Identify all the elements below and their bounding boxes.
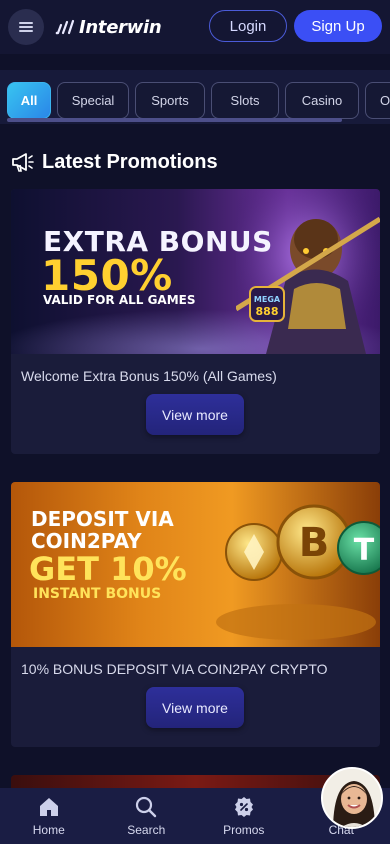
promo-card[interactable]: MEGA 888 EXTRA BONUS 150% VALID FOR ALL … [11, 189, 380, 454]
badge-bottom-text: 888 [256, 305, 279, 318]
page: Interwin Login Sign Up All Special Sport… [0, 0, 390, 844]
hamburger-icon [19, 22, 33, 32]
search-icon [136, 796, 157, 818]
nav-home-label: Home [32, 823, 65, 837]
crypto-coins-illustration: B T [216, 504, 380, 640]
monkey-king-illustration: MEGA 888 [236, 189, 380, 354]
banner-line-deposit: DEPOSIT VIA [31, 507, 174, 531]
login-button[interactable]: Login [209, 10, 287, 42]
view-more-button[interactable]: View more [146, 394, 244, 435]
banner-percentage: GET 10% [29, 550, 187, 588]
promo-banner[interactable]: B T DEPOSIT VIA COIN2PAY GET 10% INSTANT… [11, 482, 380, 647]
promo-caption: 10% BONUS DEPOSIT VIA COIN2PAY CRYPTO [21, 661, 328, 677]
page-title: Latest Promotions [42, 150, 218, 173]
tab-slots[interactable]: Slots [211, 82, 279, 119]
tabs-scrollbar[interactable] [7, 118, 342, 122]
menu-button[interactable] [8, 9, 44, 45]
nav-promos[interactable]: Promos [195, 788, 293, 844]
home-icon [39, 798, 58, 816]
banner-line-coin2pay: COIN2PAY [31, 529, 142, 553]
tab-special[interactable]: Special [57, 82, 129, 119]
promo-caption: Welcome Extra Bonus 150% (All Games) [21, 368, 277, 384]
banner-headline: DEPOSIT VIA COIN2PAY [31, 508, 174, 552]
brand-name: Interwin [79, 16, 162, 38]
top-header: Interwin Login Sign Up [0, 0, 390, 54]
nav-home[interactable]: Home [0, 788, 98, 844]
nav-promos-label: Promos [223, 823, 265, 837]
category-tabs: All Special Sports Slots Casino Ot [0, 70, 390, 124]
view-more-button[interactable]: View more [146, 687, 244, 728]
promo-card[interactable]: B T DEPOSIT VIA COIN2PAY GET 10% INSTANT… [11, 482, 380, 747]
promo-banner[interactable]: MEGA 888 EXTRA BONUS 150% VALID FOR ALL … [11, 189, 380, 354]
tab-sports[interactable]: Sports [135, 82, 205, 119]
brand-logo[interactable]: Interwin [54, 16, 162, 38]
tab-all[interactable]: All [7, 82, 51, 119]
svg-text:T: T [354, 533, 375, 568]
svg-text:B: B [299, 520, 330, 566]
section-header: Latest Promotions [10, 150, 218, 174]
nav-search-label: Search [127, 823, 166, 837]
signup-button[interactable]: Sign Up [294, 10, 382, 42]
badge-top-text: MEGA [254, 295, 281, 304]
logo-mark-icon [55, 19, 75, 35]
nav-search[interactable]: Search [98, 788, 196, 844]
banner-subtext: INSTANT BONUS [33, 586, 162, 602]
tab-casino[interactable]: Casino [285, 82, 359, 119]
megaphone-icon [12, 153, 34, 172]
tab-other[interactable]: Ot [365, 82, 390, 119]
live-chat-avatar[interactable] [321, 767, 383, 829]
banner-subtext: VALID FOR ALL GAMES [43, 293, 196, 307]
promos-icon [234, 797, 253, 817]
